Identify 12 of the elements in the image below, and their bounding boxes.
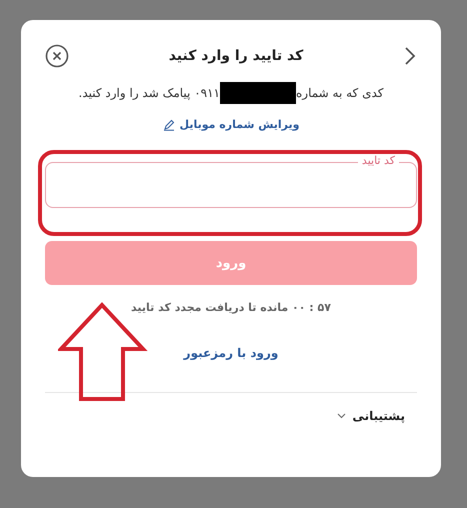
pencil-icon: [162, 118, 174, 130]
support-toggle[interactable]: پشتیبانی: [337, 409, 405, 423]
dialog-title: کد تایید را وارد کنید: [168, 48, 304, 64]
chevron-icon: [337, 413, 346, 419]
close-icon[interactable]: [45, 44, 69, 68]
back-chevron-icon[interactable]: [403, 46, 417, 66]
password-login-link[interactable]: ورود با رمزعبور: [184, 346, 278, 360]
message-text: کدی که به شماره: [296, 86, 384, 100]
edit-number-link[interactable]: ویرایش شماره موبایل: [162, 118, 300, 131]
message-text: ۰۹۱۱ پیامک شد را وارد کنید.: [78, 86, 220, 100]
field-label: کد تایید: [358, 154, 399, 167]
resend-timer: ۵۷ : ۰۰ مانده تا دریافت مجدد کد تایید: [131, 301, 331, 314]
